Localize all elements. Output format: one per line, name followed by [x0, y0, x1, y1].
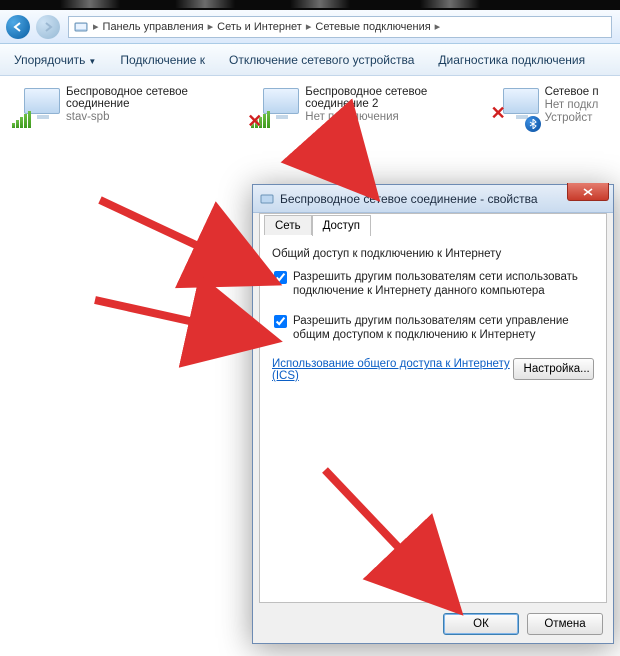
checkbox-label: Разрешить другим пользователям сети упра… [293, 314, 594, 342]
checkbox-input[interactable] [274, 271, 287, 284]
breadcrumb-item[interactable]: Сеть и Интернет [217, 21, 302, 33]
location-icon [73, 19, 89, 35]
breadcrumb-item[interactable]: Сетевые подключения [315, 21, 430, 33]
chevron-down-icon: ▼ [88, 57, 96, 66]
properties-dialog: Беспроводное сетевое соединение - свойст… [252, 184, 614, 644]
chevron-right-icon: ▸ [435, 20, 441, 33]
toolbar-connect[interactable]: Подключение к [120, 53, 205, 67]
chevron-right-icon: ▸ [306, 20, 312, 33]
checkbox-input[interactable] [274, 315, 287, 328]
cancel-button[interactable]: Отмена [527, 613, 603, 635]
explorer-navbar: ▸ Панель управления ▸ Сеть и Интернет ▸ … [0, 10, 620, 44]
chevron-right-icon: ▸ [208, 20, 214, 33]
disconnected-icon: ✕ [491, 106, 507, 122]
connection-status: stav-spb [66, 111, 227, 123]
dialog-body: Сеть Доступ Общий доступ к подключению к… [259, 213, 607, 603]
dialog-titlebar[interactable]: Беспроводное сетевое соединение - свойст… [253, 185, 613, 213]
tab-sharing[interactable]: Доступ [312, 215, 371, 236]
ics-help-link[interactable]: Использование общего доступа к Интернету… [272, 358, 513, 382]
group-title: Общий доступ к подключению к Интернету [272, 248, 594, 260]
close-button[interactable] [567, 183, 609, 201]
command-toolbar: Упорядочить▼ Подключение к Отключение се… [0, 44, 620, 76]
connection-title: Беспроводное сетевое соединение [66, 86, 227, 110]
connection-title: Беспроводное сетевое соединение 2 [305, 86, 466, 110]
connection-device: Устройст [545, 112, 599, 124]
network-icon [259, 191, 275, 207]
checkbox-label: Разрешить другим пользователям сети испо… [293, 270, 594, 298]
ok-button[interactable]: ОК [443, 613, 519, 635]
nav-forward-button[interactable] [36, 15, 60, 39]
connection-status: Нет подключения [305, 111, 466, 123]
bluetooth-icon [525, 116, 541, 132]
toolbar-diagnose[interactable]: Диагностика подключения [438, 53, 585, 67]
disconnected-icon: ✕ [247, 114, 263, 130]
network-icon: ✕ [491, 86, 539, 130]
toolbar-disable[interactable]: Отключение сетевого устройства [229, 53, 414, 67]
taskbar-reflection [0, 0, 620, 10]
allow-control-checkbox[interactable]: Разрешить другим пользователям сети упра… [274, 314, 594, 342]
tab-network[interactable]: Сеть [264, 215, 312, 235]
connection-item[interactable]: Беспроводное сетевое соединение stav-spb [12, 86, 227, 646]
toolbar-organize[interactable]: Упорядочить▼ [14, 53, 96, 67]
breadcrumb-item[interactable]: Панель управления [103, 21, 204, 33]
allow-sharing-checkbox[interactable]: Разрешить другим пользователям сети испо… [274, 270, 594, 298]
nav-back-button[interactable] [6, 15, 30, 39]
chevron-right-icon: ▸ [93, 20, 99, 33]
wifi-icon [12, 86, 60, 130]
dialog-title: Беспроводное сетевое соединение - свойст… [280, 192, 538, 206]
address-bar[interactable]: ▸ Панель управления ▸ Сеть и Интернет ▸ … [68, 16, 612, 38]
connection-title: Сетевое п [545, 86, 599, 98]
settings-button[interactable]: Настройка... [513, 358, 594, 380]
connection-status: Нет подкл [545, 99, 599, 111]
wifi-icon: ✕ [251, 86, 299, 130]
